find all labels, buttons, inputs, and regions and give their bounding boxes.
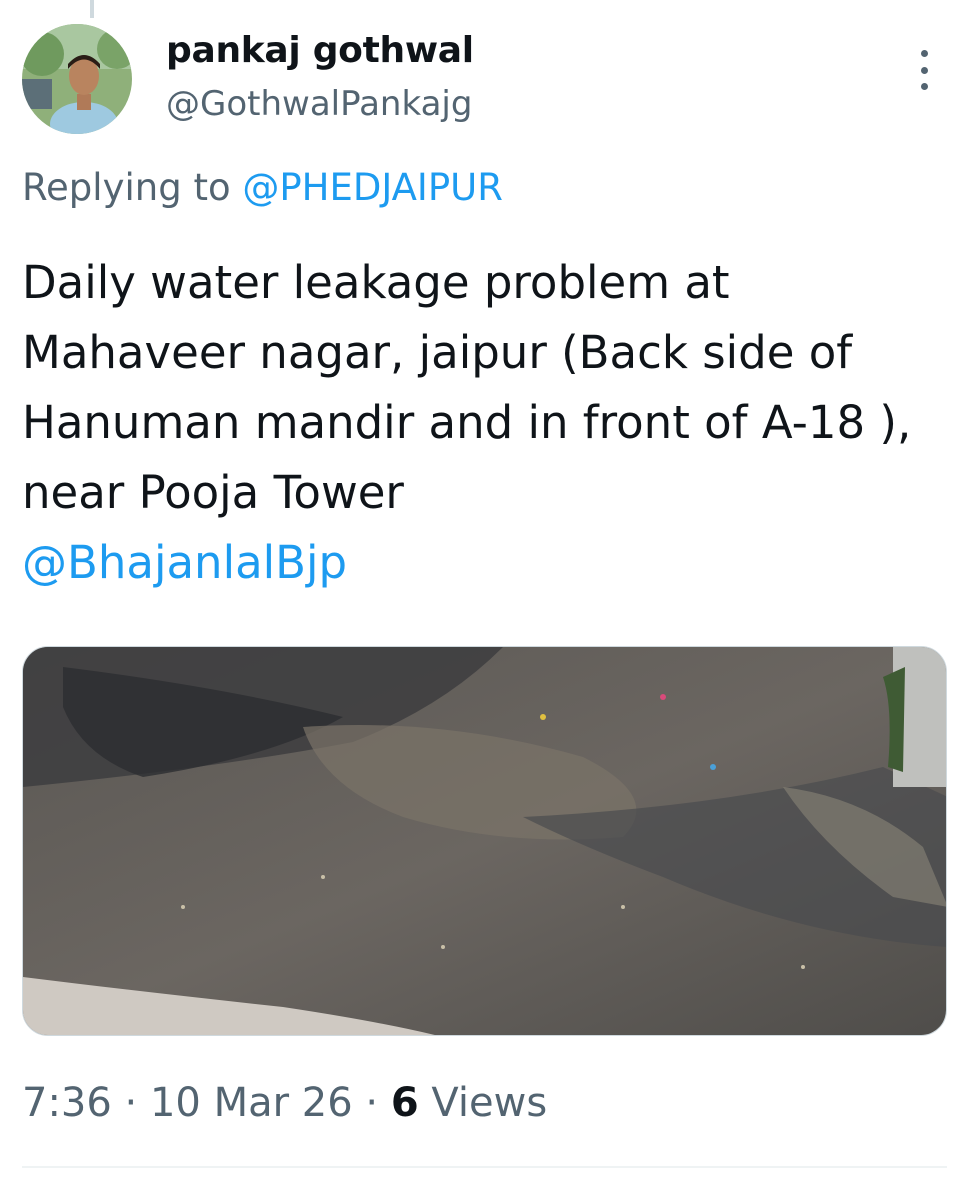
avatar[interactable] bbox=[22, 24, 132, 134]
tweet-photo[interactable] bbox=[22, 646, 947, 1036]
tweet-body: Daily water leakage problem at Mahaveer … bbox=[22, 248, 942, 598]
tweet-date[interactable]: 10 Mar 26 bbox=[150, 1080, 353, 1126]
replying-to-label: Replying to bbox=[22, 166, 243, 209]
meta-separator: · bbox=[111, 1080, 150, 1126]
meta-separator: · bbox=[352, 1080, 391, 1126]
replying-to-line: Replying to @PHEDJAIPUR bbox=[22, 166, 503, 209]
thread-connector-line bbox=[90, 0, 94, 18]
tweet-meta: 7:36 · 10 Mar 26 · 6 Views bbox=[22, 1080, 547, 1126]
avatar-image bbox=[22, 24, 132, 134]
author-display-name[interactable]: pankaj gothwal bbox=[166, 30, 474, 71]
replying-to-mention[interactable]: @PHEDJAIPUR bbox=[242, 166, 503, 209]
tweet-text: Daily water leakage problem at Mahaveer … bbox=[22, 256, 912, 519]
views-count[interactable]: 6 bbox=[391, 1080, 419, 1126]
views-label: Views bbox=[418, 1080, 548, 1126]
tweet-mention[interactable]: @BhajanlalBjp bbox=[22, 528, 942, 598]
tweet-header: pankaj gothwal @GothwalPankajg bbox=[22, 24, 962, 136]
divider bbox=[22, 1166, 947, 1168]
photo-water-leakage bbox=[23, 647, 946, 1035]
more-vertical-icon[interactable] bbox=[912, 50, 936, 90]
author-handle[interactable]: @GothwalPankajg bbox=[166, 84, 472, 124]
tweet-time[interactable]: 7:36 bbox=[22, 1080, 112, 1126]
